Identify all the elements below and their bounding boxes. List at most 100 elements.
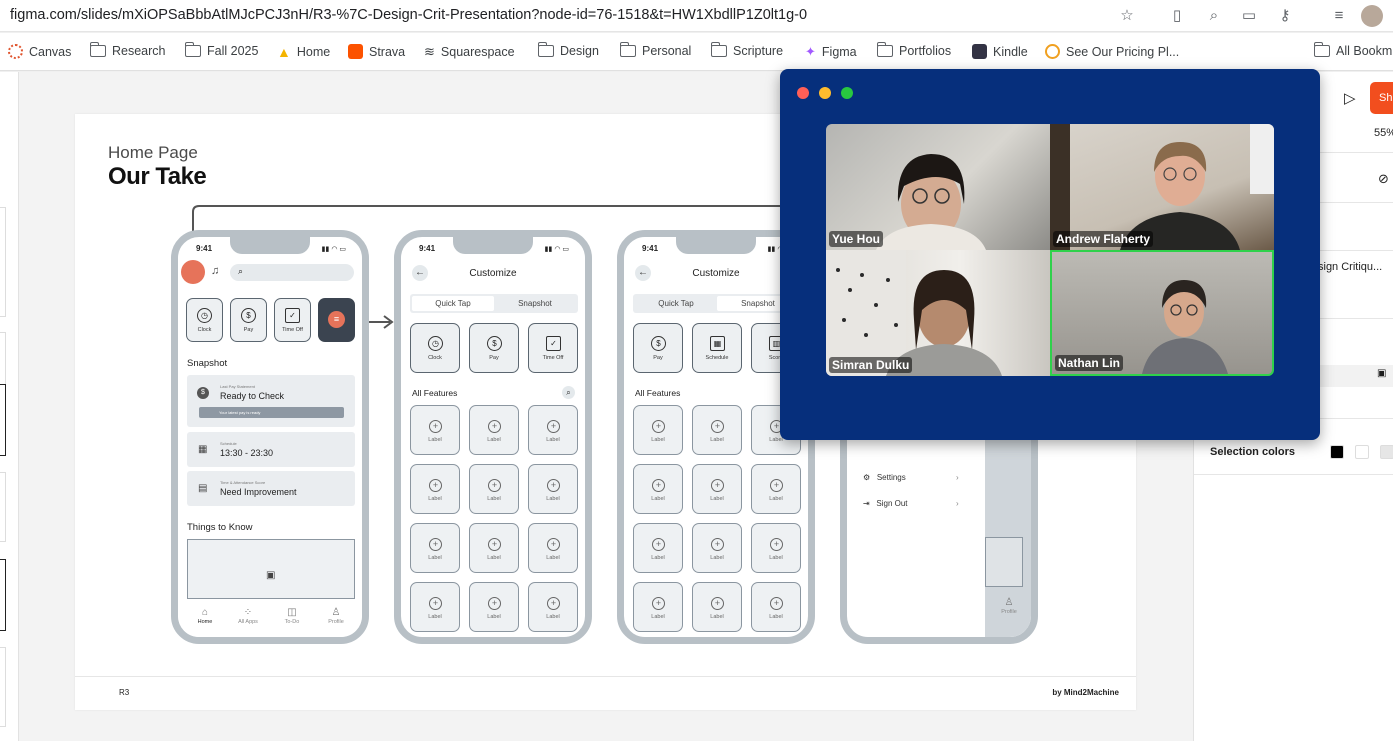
bookmark-strava[interactable]: Strava: [348, 44, 405, 59]
bookmark-personal[interactable]: Personal: [620, 42, 691, 58]
bell-icon[interactable]: ♫: [211, 265, 219, 277]
slide-thumbnail[interactable]: [0, 559, 6, 631]
quick-pay[interactable]: $ Pay: [469, 323, 519, 373]
feature-tile[interactable]: + Label: [692, 464, 742, 514]
address-bar[interactable]: figma.com/slides/mXiOPSaBbbAtlMJcPCJ3nH/…: [10, 7, 807, 23]
star-icon[interactable]: ☆: [1118, 7, 1136, 25]
feature-tile[interactable]: + Label: [751, 523, 801, 573]
profile-icon[interactable]: [181, 260, 205, 284]
feature-tile[interactable]: + Label: [410, 523, 460, 573]
chevron-right-icon: ›: [956, 499, 959, 508]
tab-profile[interactable]: ♙ Profile: [316, 607, 356, 625]
feature-tile[interactable]: + Label: [633, 405, 683, 455]
quick-label: Time Off: [282, 327, 303, 333]
tab-profile[interactable]: ♙ Profile: [989, 597, 1029, 615]
feature-tile[interactable]: + Label: [469, 405, 519, 455]
clipboard-icon: ✓: [285, 308, 300, 323]
bookmark-fall-2025[interactable]: Fall 2025: [185, 42, 258, 58]
customize-button[interactable]: ≡: [318, 298, 355, 342]
cast-icon[interactable]: ▭: [1240, 7, 1258, 25]
tab-all-apps[interactable]: ⁘ All Apps: [228, 607, 268, 625]
schedule-card[interactable]: ▦ Schedule 13:30 - 23:30: [187, 432, 355, 467]
quick-clock[interactable]: ◷ Clock: [410, 323, 460, 373]
tab-snapshot[interactable]: Snapshot: [494, 296, 576, 311]
image-placeholder: ▣: [187, 539, 355, 599]
participant-tile[interactable]: Andrew Flaherty: [1050, 124, 1274, 250]
feature-tile[interactable]: + Label: [528, 582, 578, 632]
feature-tile[interactable]: + Label: [410, 582, 460, 632]
bookmark-squarespace[interactable]: ≋ Squarespace: [424, 44, 515, 60]
minimize-window-button[interactable]: [819, 87, 831, 99]
slide-name[interactable]: sign Critiqu...: [1318, 261, 1382, 273]
color-swatch-gray[interactable]: [1380, 445, 1393, 459]
bookmark-scripture[interactable]: Scripture: [711, 42, 783, 58]
link-icon[interactable]: ⊘: [1378, 171, 1389, 187]
bookmark-pricing[interactable]: See Our Pricing Pl...: [1045, 44, 1179, 59]
participant-tile[interactable]: Yue Hou: [826, 124, 1050, 250]
feature-tile[interactable]: + Label: [633, 464, 683, 514]
slide-thumbnail-selected[interactable]: [0, 384, 6, 456]
quick-pay[interactable]: $ Pay: [633, 323, 683, 373]
feature-tile[interactable]: + Label: [633, 582, 683, 632]
quick-timeoff[interactable]: ✓ Time Off: [528, 323, 578, 373]
feature-tile[interactable]: + Label: [692, 405, 742, 455]
color-swatch-black[interactable]: [1330, 445, 1344, 459]
zoom-icon[interactable]: ⌕: [1205, 7, 1223, 25]
tab-todo[interactable]: ◫ To-Do: [272, 607, 312, 625]
calendar-icon: ▦: [198, 444, 208, 455]
bookmark-all[interactable]: All Bookm: [1314, 42, 1392, 58]
share-button[interactable]: Sh: [1370, 82, 1393, 114]
present-play-icon[interactable]: ▷: [1344, 89, 1356, 107]
quick-clock[interactable]: ◷ Clock: [186, 298, 223, 342]
feature-tile[interactable]: + Label: [692, 523, 742, 573]
reader-icon[interactable]: ▯: [1168, 7, 1186, 25]
bookmark-design[interactable]: Design: [538, 42, 599, 58]
pay-card[interactable]: $ Last Pay Statement Ready to Check Your…: [187, 375, 355, 427]
feature-tile[interactable]: + Label: [692, 582, 742, 632]
bookmark-figma[interactable]: ✦ Figma: [805, 44, 857, 60]
slide-thumbnail[interactable]: [0, 647, 6, 727]
bookmark-home[interactable]: ▲ Home: [277, 44, 330, 60]
bookmark-research[interactable]: Research: [90, 42, 166, 58]
quick-timeoff[interactable]: ✓ Time Off: [274, 298, 311, 342]
video-call-window[interactable]: Yue Hou Andrew Flaherty Simran Dulku Nat…: [780, 69, 1320, 440]
color-swatch-white[interactable]: [1355, 445, 1369, 459]
feature-tile[interactable]: + Label: [410, 405, 460, 455]
search-input[interactable]: ⌕: [230, 264, 354, 281]
participant-tile-active[interactable]: Nathan Lin: [1050, 250, 1274, 376]
feature-tile[interactable]: + Label: [751, 582, 801, 632]
quick-schedule[interactable]: ▦ Schedule: [692, 323, 742, 373]
tab-quick-tap[interactable]: Quick Tap: [635, 296, 717, 311]
feature-tile[interactable]: + Label: [469, 464, 519, 514]
bookmark-portfolios[interactable]: Portfolios: [877, 42, 951, 58]
bookmark-canvas[interactable]: Canvas: [8, 44, 71, 59]
list-icon[interactable]: ≡: [1330, 7, 1348, 25]
feature-tile[interactable]: + Label: [633, 523, 683, 573]
participant-name: Andrew Flaherty: [1053, 231, 1154, 247]
feature-tile[interactable]: + Label: [528, 405, 578, 455]
settings-item[interactable]: ⚙ Settings ›: [863, 473, 959, 482]
score-card[interactable]: ▤ Time & Attendance Score Need Improveme…: [187, 471, 355, 506]
slide-thumbnail[interactable]: [0, 472, 6, 542]
feature-tile[interactable]: + Label: [751, 464, 801, 514]
participant-tile[interactable]: Simran Dulku: [826, 250, 1050, 376]
search-icon[interactable]: ⌕: [562, 386, 575, 399]
close-window-button[interactable]: [797, 87, 809, 99]
maximize-window-button[interactable]: [841, 87, 853, 99]
folder-icon: [1314, 42, 1330, 57]
feature-tile[interactable]: + Label: [469, 523, 519, 573]
feature-tile[interactable]: + Label: [528, 523, 578, 573]
quick-pay[interactable]: $ Pay: [230, 298, 267, 342]
feature-tile[interactable]: + Label: [528, 464, 578, 514]
tab-quick-tap[interactable]: Quick Tap: [412, 296, 494, 311]
key-icon[interactable]: ⚷: [1276, 7, 1294, 25]
feature-tile[interactable]: + Label: [410, 464, 460, 514]
slide-thumbnail[interactable]: [0, 207, 6, 317]
feature-tile[interactable]: + Label: [469, 582, 519, 632]
chevron-right-icon: ›: [956, 473, 959, 482]
profile-avatar[interactable]: [1361, 5, 1383, 27]
sign-out-item[interactable]: ⇥ Sign Out ›: [863, 499, 959, 508]
zoom-level[interactable]: 55%: [1374, 127, 1393, 139]
tab-home[interactable]: ⌂ Home: [185, 607, 225, 625]
bookmark-kindle[interactable]: Kindle: [972, 44, 1028, 59]
